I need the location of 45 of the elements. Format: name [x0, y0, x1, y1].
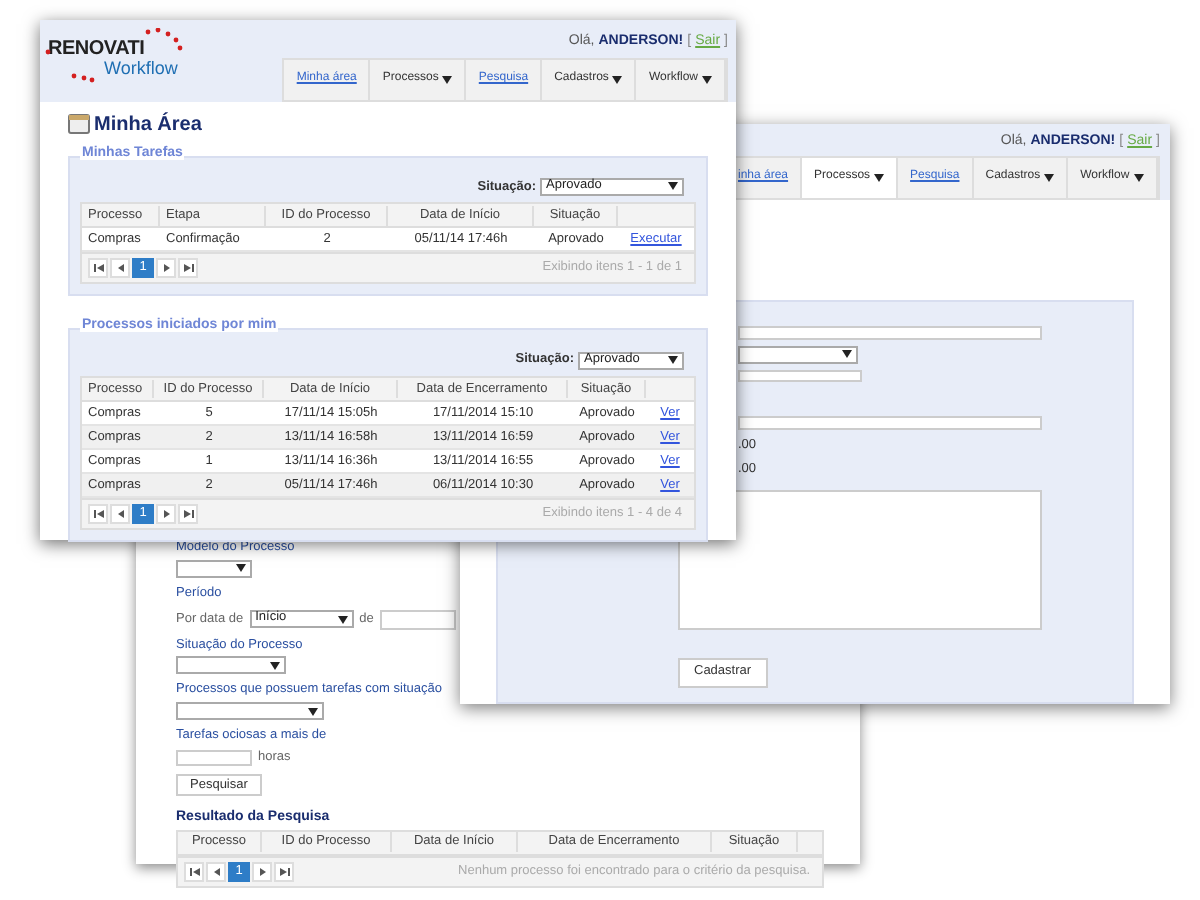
first-page-icon [189, 867, 199, 876]
text-field[interactable] [738, 369, 862, 381]
next-page-button[interactable] [156, 258, 176, 279]
next-page-icon [161, 510, 171, 518]
last-page-button[interactable] [178, 504, 198, 524]
caret-icon [842, 350, 852, 358]
text-field[interactable] [738, 415, 1042, 429]
caret-icon [308, 707, 318, 715]
previous-page-button[interactable] [110, 504, 130, 524]
caret-icon [270, 661, 280, 670]
caret-icon [1133, 173, 1144, 181]
caret-icon [236, 564, 246, 573]
last-page-icon [279, 867, 289, 876]
logo: RENOVATI Workflow [48, 32, 178, 101]
caret-icon [1044, 173, 1055, 181]
dropdown[interactable] [176, 559, 252, 578]
first-page-icon [93, 264, 103, 273]
hours-field[interactable] [176, 749, 252, 766]
page-title: Minha Área [94, 110, 202, 139]
next-page-button[interactable] [252, 861, 272, 882]
caret-icon [702, 75, 712, 83]
previous-page-button[interactable] [206, 861, 226, 882]
text-field[interactable] [738, 325, 1042, 339]
previous-page-icon [115, 264, 125, 273]
last-page-button[interactable] [274, 861, 294, 882]
next-page-icon [161, 264, 171, 273]
date-field[interactable] [379, 609, 456, 629]
caret-icon [442, 75, 453, 83]
previous-page-button[interactable] [110, 258, 130, 279]
last-page-icon [183, 264, 193, 273]
caret-icon [668, 182, 678, 191]
previous-page-icon [115, 510, 125, 518]
first-page-button[interactable] [88, 504, 108, 524]
caret-icon [337, 615, 348, 623]
description-field[interactable] [678, 489, 1042, 629]
last-page-icon [183, 510, 193, 518]
caret-icon [874, 173, 885, 181]
caret-icon [612, 75, 623, 83]
next-page-button[interactable] [156, 504, 176, 524]
first-page-button[interactable] [88, 258, 108, 279]
first-page-icon [93, 510, 103, 518]
last-page-button[interactable] [178, 258, 198, 279]
caret-icon [668, 356, 678, 365]
first-page-button[interactable] [184, 861, 204, 882]
window-icon [68, 114, 90, 134]
